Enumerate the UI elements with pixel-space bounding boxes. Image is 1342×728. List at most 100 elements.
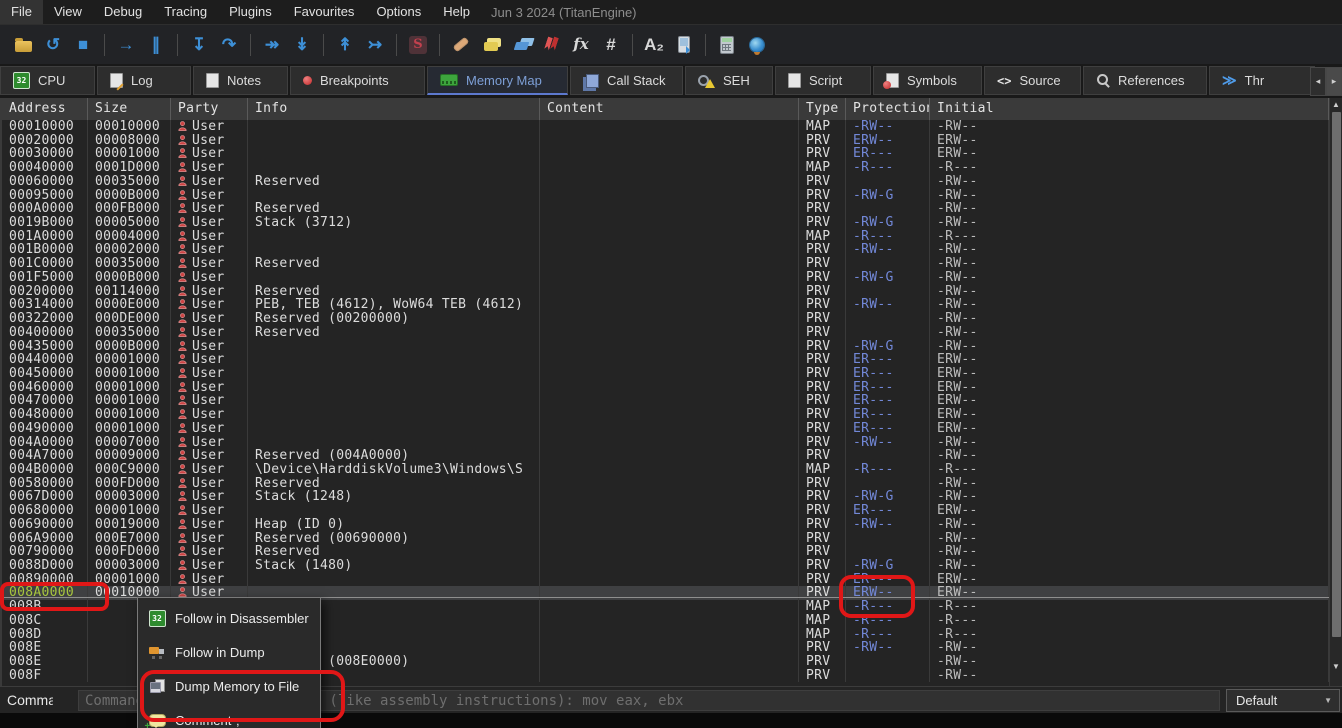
header-info[interactable]: Info [248,98,540,120]
table-row[interactable]: 0089000000001000UserPRVER---ERW-- [2,573,1329,587]
table-row[interactable]: 0020000000114000UserReservedPRV-RW-- [2,285,1329,299]
table-row[interactable]: 0069000000019000UserHeap (ID 0)PRV-RW---… [2,518,1329,532]
header-content[interactable]: Content [540,98,799,120]
tab-scroll-left-button[interactable]: ◂ [1310,67,1326,96]
scrollbar-thumb[interactable] [1332,112,1341,637]
tab-breakpoints[interactable]: Breakpoints [290,66,425,95]
menu-item-dump-memory-to-file[interactable]: Dump Memory to File [138,669,320,703]
step-over-icon[interactable]: ↷ [217,32,241,58]
restart-icon[interactable]: ↺ [41,32,65,58]
open-file-icon[interactable] [11,32,35,58]
stop-icon[interactable]: ■ [71,32,95,58]
step-into-icon[interactable]: ↧ [187,32,211,58]
table-row[interactable]: 0047000000001000UserPRVER---ERW-- [2,394,1329,408]
profile-dropdown[interactable]: Default ▼ [1226,689,1340,712]
scroll-up-icon[interactable]: ▲ [1330,98,1342,111]
comments-icon[interactable] [479,32,503,58]
tab-log[interactable]: Log [97,66,191,95]
table-row[interactable]: 000400000001D000UserMAP-R----R--- [2,161,1329,175]
run-trace-icon[interactable]: ↠ [260,32,284,58]
table-scrollbar[interactable]: ▲ ▼ [1329,98,1342,686]
hash-icon[interactable]: # [599,32,623,58]
calculator-icon[interactable] [715,32,739,58]
tab-memory-map[interactable]: Memory Map [427,66,568,95]
table-row[interactable]: 0019B00000005000UserStack (3712)PRV-RW-G… [2,216,1329,230]
execute-till-return-icon[interactable]: ↟ [333,32,357,58]
header-size[interactable]: Size [88,98,171,120]
table-row[interactable]: 0067D00000003000UserStack (1248)PRV-RW-G… [2,490,1329,504]
tab-thr[interactable]: ≫Thr [1209,66,1315,95]
table-row[interactable]: 0001000000010000UserMAP-RW---RW-- [2,120,1329,134]
table-row[interactable]: 0088D00000003000UserStack (1480)PRV-RW-G… [2,559,1329,573]
table-row[interactable]: 006A9000000E7000UserReserved (00690000)P… [2,532,1329,546]
script-s-icon[interactable]: S [406,32,430,58]
table-row[interactable]: 000A0000000FB000UserReservedPRV-RW-- [2,202,1329,216]
table-row[interactable]: 0006000000035000UserReservedPRV-RW-- [2,175,1329,189]
table-row[interactable]: 004B0000000C9000User\Device\HarddiskVolu… [2,463,1329,477]
table-row[interactable]: 0002000000008000UserPRVERW--ERW-- [2,134,1329,148]
header-address[interactable]: Address [2,98,88,120]
table-row[interactable]: 00790000000FD000UserReservedPRV-RW-- [2,545,1329,559]
table-row[interactable]: 00580000000FD000UserReservedPRV-RW-- [2,477,1329,491]
patch-icon[interactable] [449,32,473,58]
table-row[interactable]: 0040000000035000UserReservedPRV-RW-- [2,326,1329,340]
globe-icon[interactable] [745,32,769,58]
menu-file[interactable]: File [0,0,43,24]
trace-into-icon[interactable]: ↡ [290,32,314,58]
table-row[interactable]: 0045000000001000UserPRVER---ERW-- [2,367,1329,381]
table-row[interactable]: 003140000000E000UserPEB, TEB (4612), WoW… [2,298,1329,312]
tab-script[interactable]: Script [775,66,871,95]
functions-icon[interactable]: fx [569,32,593,58]
menu-view[interactable]: View [43,0,93,24]
tab-scroll-right-button[interactable]: ▸ [1326,67,1342,96]
header-type[interactable]: Type [799,98,846,120]
table-row[interactable]: 001A000000004000UserMAP-R----R--- [2,230,1329,244]
run-icon[interactable]: → [114,32,138,58]
cell-init: -RW-- [930,340,1329,354]
tab-call-stack[interactable]: Call Stack [570,66,683,95]
menu-favourites[interactable]: Favourites [283,0,366,24]
tab-notes[interactable]: Notes [193,66,288,95]
menu-debug[interactable]: Debug [93,0,153,24]
cell-addr: 00690000 [2,518,88,532]
table-row[interactable]: 00322000000DE000UserReserved (00200000)P… [2,312,1329,326]
header-party[interactable]: Party [171,98,248,120]
tab-source[interactable]: <>Source [984,66,1081,95]
table-row[interactable]: 000950000000B000UserPRV-RW-G-RW-- [2,189,1329,203]
menu-help[interactable]: Help [432,0,481,24]
tab-references[interactable]: References [1083,66,1207,95]
labels-icon[interactable] [509,32,533,58]
pause-icon[interactable]: ∥ [144,32,168,58]
table-row[interactable]: 0048000000001000UserPRVER---ERW-- [2,408,1329,422]
cell-content [540,449,799,463]
table-row[interactable]: 0068000000001000UserPRVER---ERW-- [2,504,1329,518]
cell-info [248,394,540,408]
tab-cpu[interactable]: 32CPU [0,66,95,95]
menu-item-follow-in-dump[interactable]: Follow in Dump [138,635,320,669]
header-protection[interactable]: Protection [846,98,930,120]
table-row[interactable]: 004350000000B000UserPRV-RW-G-RW-- [2,340,1329,354]
menu-item-comment[interactable]: Comment; [138,703,320,728]
menu-item-follow-in-disassembler[interactable]: 32Follow in Disassembler [138,601,320,635]
table-row[interactable]: 0003000000001000UserPRVER---ERW-- [2,147,1329,161]
header-initial[interactable]: Initial [930,98,1329,120]
table-row[interactable]: 001B000000002000UserPRV-RW---RW-- [2,243,1329,257]
table-row[interactable]: 004A700000009000UserReserved (004A0000)P… [2,449,1329,463]
menu-tracing[interactable]: Tracing [153,0,218,24]
table-row[interactable]: 0046000000001000UserPRVER---ERW-- [2,381,1329,395]
table-row[interactable]: 0049000000001000UserPRVER---ERW-- [2,422,1329,436]
strings-az-icon[interactable]: A₂ [642,32,666,58]
table-row[interactable]: 004A000000007000UserPRV-RW---RW-- [2,436,1329,450]
menu-plugins[interactable]: Plugins [218,0,283,24]
table-row[interactable]: 001F50000000B000UserPRV-RW-G-RW-- [2,271,1329,285]
run-to-user-code-icon[interactable]: ↣ [363,32,387,58]
scroll-down-icon[interactable]: ▼ [1330,660,1342,673]
tab-seh[interactable]: SEH [685,66,773,95]
bookmarks-icon[interactable] [539,32,563,58]
tab-symbols[interactable]: Symbols [873,66,982,95]
menu-options[interactable]: Options [365,0,432,24]
table-row[interactable]: 001C000000035000UserReservedPRV-RW-- [2,257,1329,271]
party-label: User [192,120,225,134]
phone-icon[interactable] [672,32,696,58]
table-row[interactable]: 0044000000001000UserPRVER---ERW-- [2,353,1329,367]
